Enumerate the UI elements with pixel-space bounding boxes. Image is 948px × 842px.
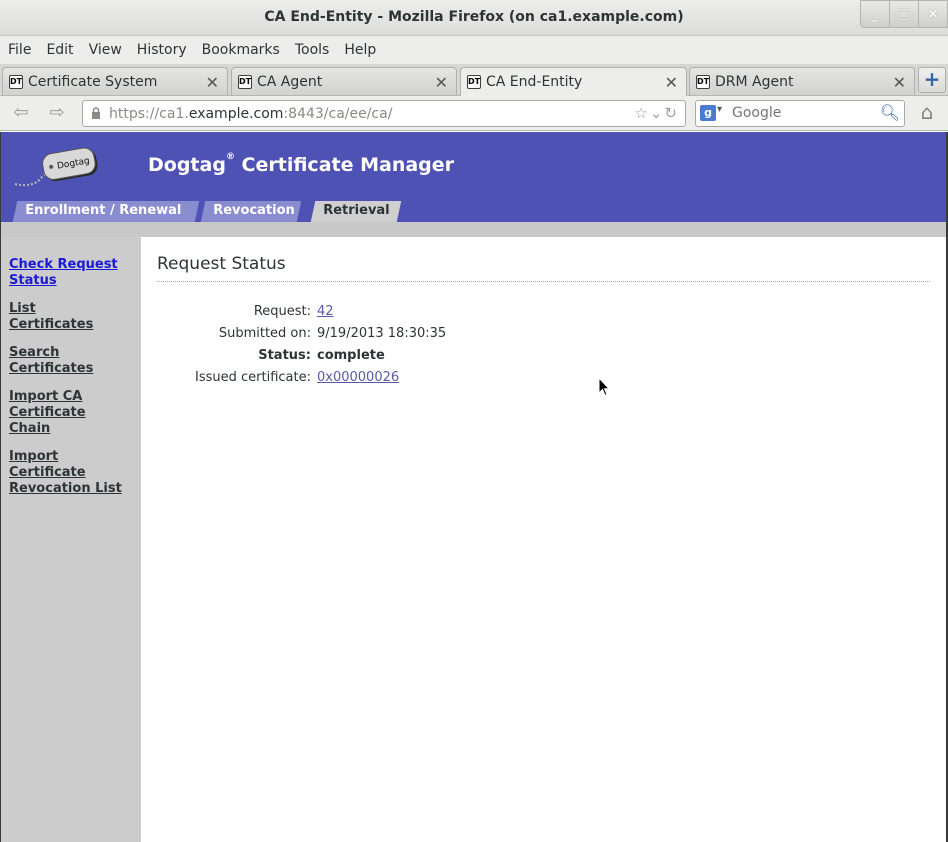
sidebar-link-import-ca-chain[interactable]: Import CA Certificate Chain	[9, 389, 86, 437]
dogtag-favicon-icon: DT	[467, 75, 481, 89]
nav-tab-enrollment-renewal[interactable]: Enrollment / Renewal	[12, 201, 200, 222]
close-tab-icon[interactable]: ✕	[665, 73, 678, 92]
status-label: Status:	[258, 348, 311, 363]
close-window-button[interactable]: ×	[918, 0, 948, 28]
tab-ca-agent[interactable]: DT CA Agent ✕	[231, 67, 457, 95]
reload-icon[interactable]: ↻	[664, 104, 679, 122]
status-row: Status: complete	[157, 348, 385, 364]
history-dropdown-icon[interactable]: ⌄	[650, 104, 665, 122]
menu-help[interactable]: Help	[344, 42, 376, 58]
back-icon[interactable]: ⇦	[6, 102, 36, 126]
sidebar-link-import-crl[interactable]: Import Certificate Revocation List	[9, 449, 122, 497]
tab-label: CA Agent	[257, 73, 323, 90]
nav-tab-revocation[interactable]: Revocation	[200, 201, 302, 222]
new-tab-button[interactable]: +	[918, 67, 946, 93]
submitted-row: Submitted on: 9/19/2013 18:30:35	[157, 326, 446, 342]
navigation-toolbar: ⇦ ⇨ https://ca1.example.com:8443/ca/ee/c…	[0, 96, 948, 131]
sidebar-link-search-certificates[interactable]: Search Certificates	[9, 345, 93, 377]
bookmark-star-icon[interactable]: ☆	[634, 104, 649, 122]
tab-ca-end-entity[interactable]: DT CA End-Entity ✕	[460, 67, 687, 96]
request-row: Request: 42	[157, 304, 334, 320]
menu-history[interactable]: History	[137, 42, 187, 58]
engine-dropdown-icon[interactable]: ▾	[717, 104, 722, 115]
address-bar[interactable]: https://ca1.example.com:8443/ca/ee/ca/ ☆…	[82, 100, 686, 127]
sidebar-link-list-certificates[interactable]: List Certificates	[9, 301, 93, 333]
tab-certificate-system[interactable]: DT Certificate System ✕	[2, 67, 228, 95]
mouse-pointer-icon	[598, 377, 610, 397]
lock-icon	[92, 107, 100, 119]
menu-edit[interactable]: Edit	[46, 42, 73, 58]
close-tab-icon[interactable]: ✕	[206, 73, 219, 92]
sidebar: Check Request Status List Certificates Sea…	[0, 237, 141, 842]
submitted-label: Submitted on:	[218, 326, 311, 341]
nav-tab-retrieval[interactable]: Retrieval	[310, 201, 402, 222]
issued-label: Issued certificate:	[195, 370, 311, 385]
submitted-value: 9/19/2013 18:30:35	[317, 326, 447, 341]
close-tab-icon[interactable]: ✕	[893, 73, 906, 92]
google-engine-icon[interactable]: g	[700, 105, 716, 121]
sidebar-link-check-request-status[interactable]: Check Request Status	[9, 257, 118, 289]
issued-row: Issued certificate: 0x00000026	[157, 370, 399, 386]
tab-label: CA End-Entity	[486, 74, 583, 90]
close-tab-icon[interactable]: ✕	[435, 73, 448, 92]
menu-bar: File Edit View History Bookmarks Tools H…	[0, 36, 948, 64]
tab-strip: DT Certificate System ✕ DT CA Agent ✕ DT…	[0, 64, 948, 96]
url-bar-icons: ☆⌄↻	[634, 104, 679, 122]
tab-drm-agent[interactable]: DT DRM Agent ✕	[689, 67, 915, 95]
issued-certificate-link[interactable]: 0x00000026	[317, 370, 399, 385]
dogtag-favicon-icon: DT	[696, 74, 710, 89]
dogtag-favicon-icon: DT	[238, 74, 252, 89]
window-title: CA End-Entity - Mozilla Firefox (on ca1.…	[264, 9, 684, 25]
maximize-button[interactable]: □	[889, 0, 919, 28]
heading-divider	[157, 281, 930, 282]
menu-view[interactable]: View	[89, 42, 122, 58]
request-label: Request:	[253, 304, 311, 319]
tab-label: DRM Agent	[715, 73, 794, 90]
main-content: Request Status Request: 42 Submitted on:…	[141, 237, 947, 842]
forward-icon[interactable]: ⇨	[42, 102, 72, 126]
dogtag-favicon-icon: DT	[9, 74, 23, 89]
product-title: Dogtag® Certificate Manager	[148, 152, 455, 176]
menu-bookmarks[interactable]: Bookmarks	[202, 42, 280, 58]
page-heading: Request Status	[157, 254, 286, 274]
request-id-link[interactable]: 42	[317, 304, 334, 319]
status-value: complete	[317, 348, 385, 363]
header-underbar	[0, 222, 948, 237]
tab-label: Certificate System	[28, 73, 158, 90]
menu-file[interactable]: File	[8, 42, 31, 58]
search-bar: g ▾ 🔍︎	[695, 100, 905, 127]
window-controls: _ □ ×	[860, 0, 948, 30]
search-magnifier-icon[interactable]: 🔍︎	[880, 103, 900, 122]
menu-tools[interactable]: Tools	[295, 42, 330, 58]
url-text: https://ca1.example.com:8443/ca/ee/ca/	[109, 106, 393, 122]
home-icon[interactable]: ⌂	[914, 101, 940, 125]
window-titlebar: CA End-Entity - Mozilla Firefox (on ca1.…	[0, 0, 948, 36]
page-header: Dogtag Dogtag® Certificate Manager Enrol…	[0, 132, 948, 222]
dogtag-logo: Dogtag	[14, 147, 98, 187]
search-input[interactable]	[732, 105, 872, 121]
minimize-button[interactable]: _	[860, 0, 890, 28]
